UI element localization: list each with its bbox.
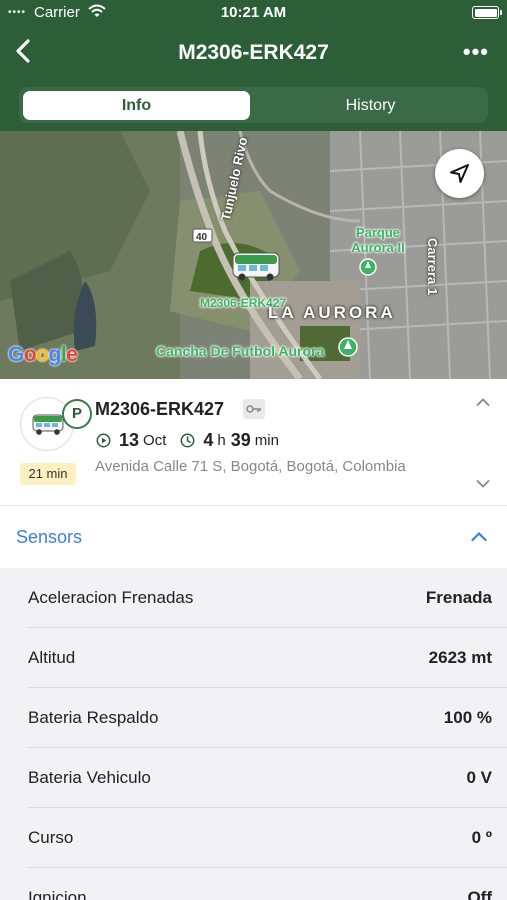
vehicle-address: Avenida Calle 71 S, Bogotá, Bogotá, Colo… xyxy=(95,458,406,475)
sensor-name: Altitud xyxy=(28,648,76,667)
sensor-row: Altitud 2623 mt xyxy=(28,628,507,688)
date-month: Oct xyxy=(143,432,167,449)
map-label-street: Carrera 1 xyxy=(425,238,440,296)
google-logo: Google xyxy=(8,343,78,366)
sensor-name: Ignicion xyxy=(28,888,87,900)
vehicle-plate: M2306-ERK427 xyxy=(95,399,225,419)
map-pin-icon xyxy=(338,337,358,357)
sensor-value: 0 º xyxy=(471,828,492,847)
map-label-park: Parque Aurora II xyxy=(351,225,405,255)
chevron-up-icon[interactable] xyxy=(471,531,487,542)
more-icon[interactable]: ••• xyxy=(463,39,489,65)
locate-button[interactable] xyxy=(435,149,484,198)
nav-bar: M2306-ERK427 ••• xyxy=(0,30,507,76)
sensor-name: Curso xyxy=(28,828,74,847)
time-minutes: 39 xyxy=(230,430,251,450)
tab-info[interactable]: Info xyxy=(23,91,250,120)
sensor-value: 0 V xyxy=(466,768,492,787)
header: •••• Carrier 10:21 AM M2306-ERK427 ••• I… xyxy=(0,0,507,131)
time-hours-unit: h xyxy=(217,432,226,449)
key-icon xyxy=(243,399,265,419)
sensor-row: Curso 0 º xyxy=(28,808,507,868)
battery-icon xyxy=(472,6,502,19)
sensor-value: 100 % xyxy=(443,708,492,727)
bus-marker[interactable] xyxy=(232,252,280,281)
map-view[interactable]: 40 Tunjuelo Rivo Parque Aurora II Carrer… xyxy=(0,131,507,379)
vehicle-card[interactable]: P 21 min M2306-ERK427 13 Oct 4 h 39 min … xyxy=(0,379,507,506)
sensor-row: Bateria Respaldo 100 % xyxy=(28,688,507,748)
chevron-up-icon[interactable] xyxy=(476,397,490,407)
clock-icon xyxy=(180,433,195,448)
sensor-name: Bateria Respaldo xyxy=(28,708,159,727)
clock-time: 10:21 AM xyxy=(220,4,287,21)
sensor-value: Off xyxy=(467,888,492,900)
sensor-value: 2623 mt xyxy=(428,648,492,667)
navigation-arrow-icon xyxy=(450,164,469,183)
map-label-neighborhood: LA AURORA xyxy=(268,303,396,322)
map-pin-icon xyxy=(359,258,377,276)
sensor-row: Ignicion Off xyxy=(28,868,507,900)
duration-badge: 21 min xyxy=(20,463,76,485)
parked-status-badge: P xyxy=(62,399,92,429)
sensor-value: Frenada xyxy=(425,588,492,607)
sensor-name: Bateria Vehiculo xyxy=(28,768,151,787)
segmented-control: Info History xyxy=(19,87,488,123)
sensors-title: Sensors xyxy=(16,527,83,547)
route-shield: 40 xyxy=(196,232,208,243)
sensor-name: Aceleracion Frenadas xyxy=(28,588,194,607)
status-bar: •••• Carrier 10:21 AM xyxy=(0,0,507,28)
play-circle-icon xyxy=(96,433,111,448)
tab-history[interactable]: History xyxy=(257,91,484,120)
sensor-row: Bateria Vehiculo 0 V xyxy=(28,748,507,808)
chevron-down-icon[interactable] xyxy=(476,479,490,489)
sensor-row: Aceleracion Frenadas Frenada xyxy=(28,568,507,628)
date-day: 13 xyxy=(119,430,140,450)
time-minutes-unit: min xyxy=(254,432,279,449)
map-label-field: Cancha De Futbol Aurora xyxy=(156,343,325,359)
page-title: M2306-ERK427 xyxy=(178,41,329,64)
bus-icon xyxy=(32,414,64,435)
time-hours: 4 xyxy=(203,430,214,450)
sensors-section-header[interactable]: Sensors xyxy=(0,507,507,568)
sensor-list: Aceleracion Frenadas Frenada Altitud 262… xyxy=(0,568,507,900)
vehicle-meta: 13 Oct 4 h 39 min xyxy=(96,430,279,451)
